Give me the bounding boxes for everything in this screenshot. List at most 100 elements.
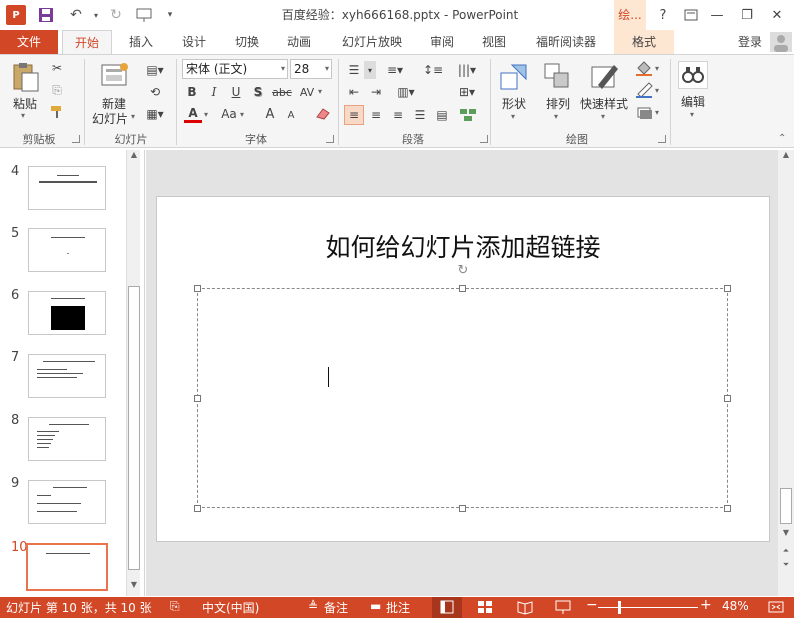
fit-to-window-icon[interactable] (766, 599, 788, 617)
normal-view-button[interactable] (432, 597, 462, 618)
help-button[interactable]: ? (652, 4, 674, 26)
format-painter-icon[interactable] (48, 103, 66, 121)
clear-formatting-icon[interactable] (314, 105, 332, 123)
shape-fill-icon[interactable]: ▾ (632, 59, 662, 77)
editing-button[interactable]: 编辑 (674, 93, 712, 110)
resize-handle[interactable] (459, 285, 466, 292)
login-link[interactable]: 登录 (730, 30, 770, 54)
underline-button[interactable]: U (228, 83, 244, 101)
character-spacing-button[interactable]: AV (296, 83, 318, 101)
justify-icon[interactable]: ☰ (410, 105, 430, 125)
text-direction-icon[interactable]: |||▾ (452, 61, 482, 79)
slide-thumbnail[interactable] (28, 417, 106, 461)
tab-file[interactable]: 文件 (0, 30, 58, 54)
slideshow-view-icon[interactable] (554, 599, 574, 617)
slide-thumbnail-selected[interactable] (26, 543, 108, 591)
resize-handle[interactable] (724, 285, 731, 292)
bullets-icon[interactable]: ☰ (344, 61, 364, 79)
minimize-icon[interactable]: — (706, 4, 728, 26)
save-icon[interactable] (36, 5, 56, 25)
shape-outline-icon[interactable]: ▾ (632, 81, 662, 99)
undo-dropdown-icon[interactable]: ▾ (86, 5, 106, 25)
shape-effects-icon[interactable]: ▾ (632, 103, 662, 121)
align-right-icon[interactable]: ≡ (388, 105, 408, 125)
reset-icon[interactable]: ⟲ (142, 83, 168, 101)
decrease-indent-icon[interactable]: ⇤ (344, 83, 364, 101)
reading-view-icon[interactable] (516, 599, 536, 617)
tab-insert[interactable]: 插入 (120, 30, 162, 54)
zoom-in-icon[interactable]: + (700, 597, 712, 613)
spell-check-icon[interactable]: ⎘ (170, 599, 180, 614)
slide-thumbnail[interactable] (28, 291, 106, 335)
grow-font-button[interactable]: A (262, 105, 278, 123)
ribbon-display-options-icon[interactable] (680, 4, 702, 26)
columns-icon[interactable]: ▥▾ (394, 83, 418, 101)
slide-thumbnail[interactable] (28, 166, 106, 210)
paste-dropdown-icon[interactable]: ▾ (21, 111, 25, 120)
slide-title[interactable]: 如何给幻灯片添加超链接 (156, 228, 770, 264)
quick-styles-dropdown-icon[interactable]: ▾ (601, 112, 605, 121)
undo-icon[interactable]: ↶ (66, 5, 86, 25)
numbering-icon[interactable]: ≡▾ (380, 61, 410, 79)
resize-handle[interactable] (194, 505, 201, 512)
rotate-handle-icon[interactable]: ↻ (456, 264, 470, 278)
line-spacing-icon[interactable]: ↕≡ (418, 61, 448, 79)
paste-icon[interactable] (8, 61, 42, 93)
scroll-down-icon[interactable]: ▼ (128, 580, 140, 594)
change-case-button[interactable]: Aa (218, 105, 240, 123)
notes-button[interactable]: 备注 (324, 599, 348, 616)
start-slideshow-icon[interactable] (134, 5, 154, 25)
character-spacing-dropdown-icon[interactable]: ▾ (318, 87, 322, 96)
zoom-slider-thumb[interactable] (618, 601, 621, 614)
customize-toolbar-icon[interactable]: ▾ (160, 5, 180, 25)
slide-thumbnail[interactable] (28, 480, 106, 524)
bold-button[interactable]: B (184, 83, 200, 101)
tab-review[interactable]: 审阅 (422, 30, 462, 54)
arrange-dropdown-icon[interactable]: ▾ (554, 112, 558, 121)
previous-slide-icon[interactable]: ⏶ (780, 546, 792, 558)
tab-animations[interactable]: 动画 (278, 30, 320, 54)
language-status[interactable]: 中文(中国) (202, 599, 259, 616)
tab-view[interactable]: 视图 (474, 30, 514, 54)
paragraph-launcher-icon[interactable] (480, 135, 488, 143)
collapse-ribbon-icon[interactable]: ⌃ (778, 133, 786, 144)
align-left-icon[interactable]: ≡ (344, 105, 364, 125)
restore-icon[interactable]: ❐ (736, 4, 758, 26)
zoom-out-icon[interactable]: − (586, 597, 598, 613)
next-slide-icon[interactable]: ⏷ (780, 560, 792, 572)
thumbnails-scrollbar[interactable]: ▲ ▼ (126, 150, 140, 596)
shapes-icon[interactable] (498, 61, 532, 93)
editing-icon[interactable] (678, 61, 708, 89)
paste-button[interactable]: 粘贴 (8, 95, 42, 112)
font-size-combo[interactable]: 28 ▾ (290, 59, 332, 79)
smartart-icon[interactable] (454, 105, 482, 125)
resize-handle[interactable] (724, 395, 731, 402)
tab-home[interactable]: 开始 (62, 30, 112, 54)
avatar[interactable] (770, 32, 792, 52)
scroll-down-icon[interactable]: ▼ (780, 528, 792, 540)
arrange-button[interactable]: 排列 (540, 95, 576, 112)
content-placeholder[interactable] (197, 288, 728, 508)
resize-handle[interactable] (194, 285, 201, 292)
layout-icon[interactable]: ▤▾ (142, 61, 168, 79)
font-color-button[interactable]: A (184, 105, 202, 123)
font-size-dropdown-icon[interactable]: ▾ (325, 60, 329, 78)
close-icon[interactable]: ✕ (766, 4, 788, 26)
drawing-launcher-icon[interactable] (658, 135, 666, 143)
scroll-up-icon[interactable]: ▲ (780, 150, 792, 164)
text-shadow-button[interactable]: S (250, 83, 266, 101)
slide-thumbnail[interactable] (28, 354, 106, 398)
font-name-dropdown-icon[interactable]: ▾ (281, 60, 285, 78)
arrange-icon[interactable] (542, 61, 574, 93)
redo-icon[interactable]: ↻ (106, 5, 126, 25)
resize-handle[interactable] (724, 505, 731, 512)
tab-foxit-reader[interactable]: 福昕阅读器 (526, 30, 606, 54)
scroll-up-icon[interactable]: ▲ (128, 150, 140, 164)
strikethrough-button[interactable]: abc (270, 83, 294, 101)
clipboard-launcher-icon[interactable] (72, 135, 80, 143)
italic-button[interactable]: I (206, 83, 222, 101)
distributed-icon[interactable]: ▤ (432, 105, 452, 125)
tab-format[interactable]: 格式 (614, 30, 674, 54)
shapes-button[interactable]: 形状 (496, 95, 532, 112)
section-icon[interactable]: ▦▾ (142, 105, 168, 123)
